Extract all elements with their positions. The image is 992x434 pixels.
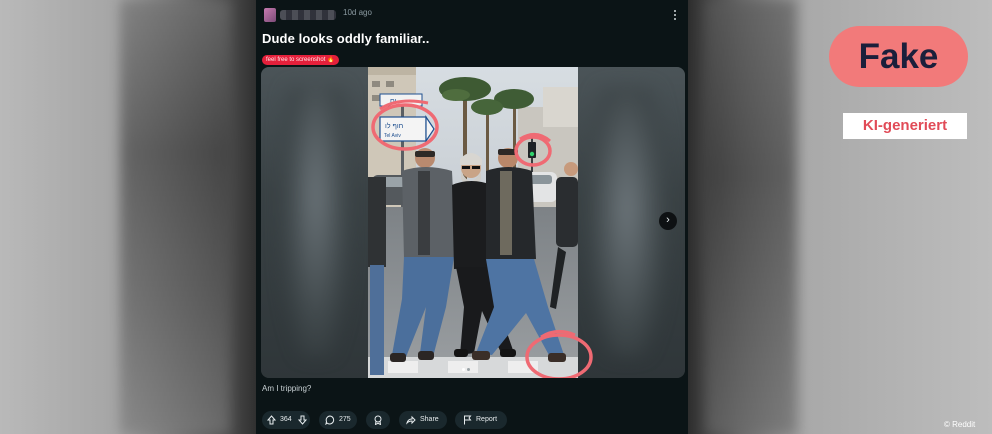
comment-icon <box>325 415 335 425</box>
gallery-pagination <box>461 358 485 371</box>
avatar[interactable] <box>264 8 276 22</box>
ai-generated-label: KI-generiert <box>843 113 967 139</box>
post-title[interactable]: Dude looks oddly familiar.. <box>262 31 429 46</box>
share-icon <box>406 415 416 425</box>
chevron-right-icon[interactable]: › <box>659 212 677 230</box>
award-icon <box>374 415 382 425</box>
vote-button-group: 364 <box>262 411 310 429</box>
post-body-text: Am I tripping? <box>262 384 312 393</box>
timestamp: 10d ago <box>343 8 372 17</box>
vote-count: 364 <box>280 416 292 423</box>
share-button[interactable]: Share <box>399 411 447 429</box>
report-icon <box>464 415 472 425</box>
share-label: Share <box>420 416 439 423</box>
fake-verdict-badge: Fake <box>829 26 968 87</box>
report-label: Report <box>476 416 498 423</box>
post-flair: feel free to screenshot 🔥 <box>262 55 339 65</box>
street-sign-text-middle: חוף לו <box>385 122 404 130</box>
image-credit: © Reddit <box>944 420 976 429</box>
downvote-icon[interactable] <box>298 415 307 425</box>
gallery-dot-2[interactable] <box>467 368 470 371</box>
report-button[interactable]: Report <box>455 411 507 429</box>
award-button[interactable] <box>366 411 390 429</box>
gallery-dot-1[interactable] <box>462 368 465 371</box>
upvote-icon[interactable] <box>267 415 276 425</box>
media-blurred-backdrop-left <box>261 67 369 378</box>
more-icon[interactable] <box>670 8 680 22</box>
comments-button[interactable]: 275 <box>319 411 357 429</box>
background-left <box>0 0 260 434</box>
comment-count: 275 <box>339 416 351 423</box>
media-gallery[interactable]: ים חוף לו Tel Aviv › <box>261 67 685 378</box>
reddit-post: 10d ago Dude looks oddly familiar.. feel… <box>256 0 688 434</box>
street-sign-text-bottom: Tel Aviv <box>384 133 401 139</box>
annotation-circle-shoe <box>525 330 593 378</box>
username-pixelated <box>280 10 336 20</box>
